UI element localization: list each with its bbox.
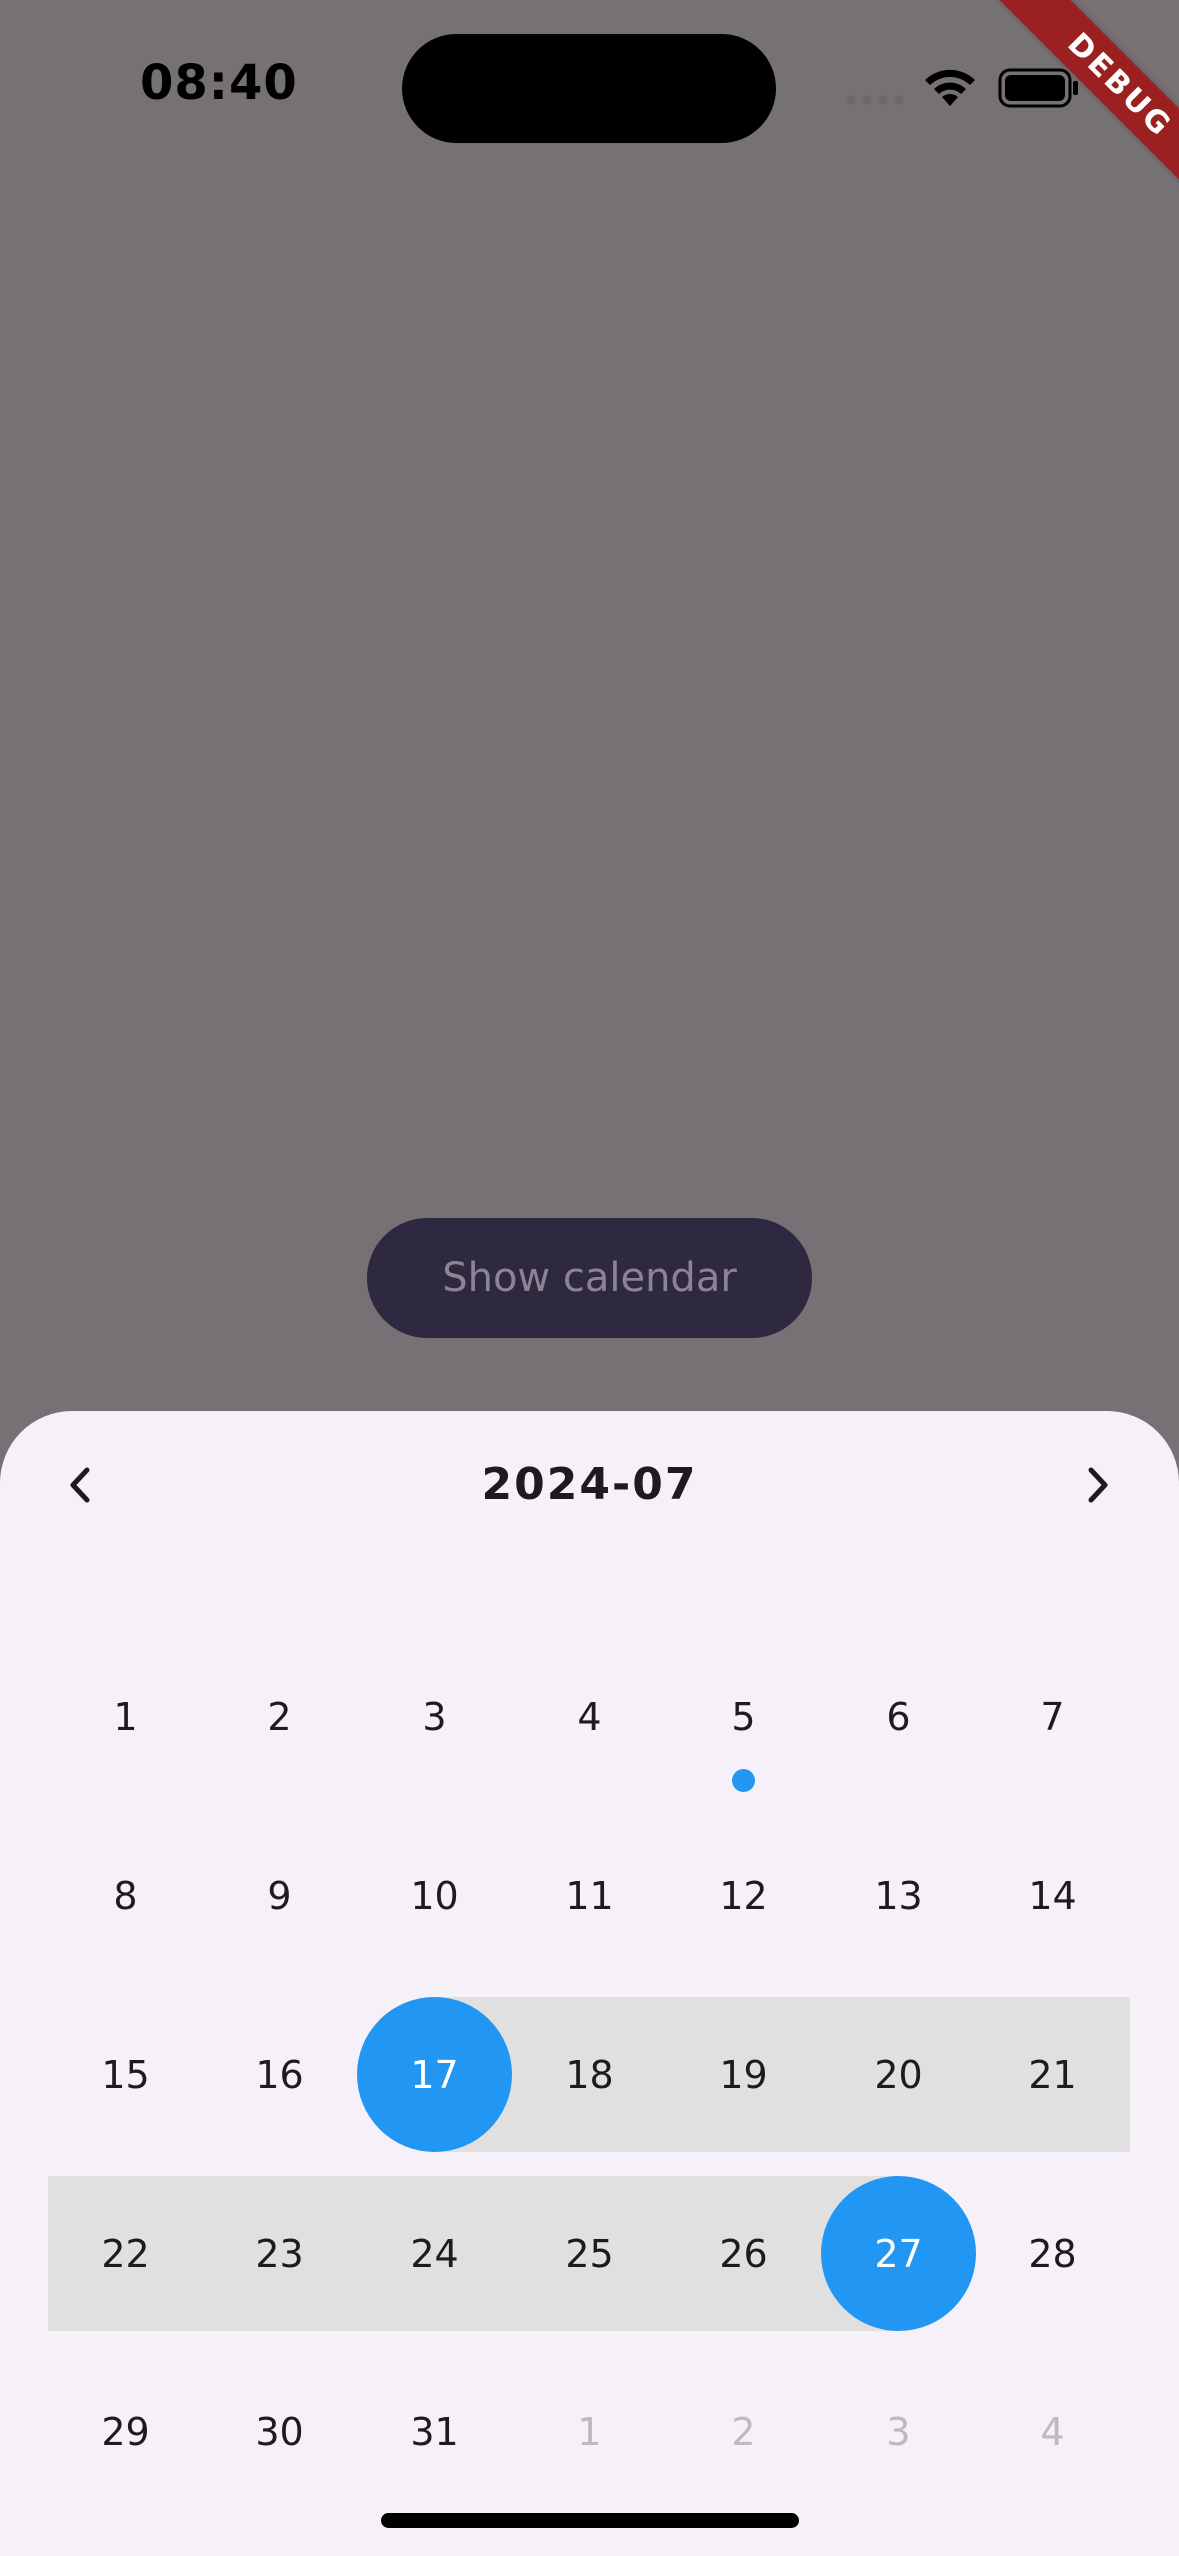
day-number: 18 bbox=[565, 2052, 614, 2097]
day-number: 2 bbox=[267, 1694, 292, 1739]
home-indicator bbox=[381, 2513, 799, 2528]
calendar-day[interactable]: 21 bbox=[975, 1997, 1130, 2152]
calendar-day[interactable]: 31 bbox=[357, 2354, 512, 2509]
calendar-day[interactable]: 14 bbox=[975, 1818, 1130, 1973]
calendar-day[interactable]: 18 bbox=[512, 1997, 667, 2152]
calendar-day[interactable]: 7 bbox=[975, 1639, 1130, 1794]
day-number: 31 bbox=[410, 2409, 459, 2454]
day-number: 16 bbox=[255, 2052, 304, 2097]
chevron-right-icon bbox=[1088, 1467, 1108, 1503]
day-number: 12 bbox=[719, 1873, 768, 1918]
calendar-day[interactable]: 4 bbox=[512, 1639, 667, 1794]
calendar-day-selected[interactable]: 27 bbox=[821, 2176, 976, 2331]
calendar-day[interactable]: 26 bbox=[666, 2176, 821, 2331]
day-number: 24 bbox=[410, 2231, 459, 2276]
calendar-day[interactable]: 20 bbox=[821, 1997, 976, 2152]
calendar-day[interactable]: 23 bbox=[202, 2176, 357, 2331]
day-number: 6 bbox=[886, 1694, 911, 1739]
day-number: 29 bbox=[101, 2409, 150, 2454]
calendar-day[interactable]: 1 bbox=[48, 1639, 203, 1794]
day-number: 25 bbox=[565, 2231, 614, 2276]
calendar-day[interactable]: 11 bbox=[512, 1818, 667, 1973]
calendar-day[interactable]: 9 bbox=[202, 1818, 357, 1973]
day-number: 9 bbox=[267, 1873, 292, 1918]
calendar-day[interactable]: 8 bbox=[48, 1818, 203, 1973]
calendar-day[interactable]: 28 bbox=[975, 2176, 1130, 2331]
calendar-day[interactable]: 15 bbox=[48, 1997, 203, 2152]
calendar-day-outside[interactable]: 4 bbox=[975, 2354, 1130, 2509]
event-dot bbox=[732, 1769, 755, 1792]
day-number: 30 bbox=[255, 2409, 304, 2454]
calendar-day[interactable]: 29 bbox=[48, 2354, 203, 2509]
signal-icon bbox=[846, 95, 904, 105]
day-number: 11 bbox=[565, 1873, 614, 1918]
day-number: 20 bbox=[874, 2052, 923, 2097]
calendar-day[interactable]: 22 bbox=[48, 2176, 203, 2331]
wifi-icon bbox=[925, 69, 975, 106]
day-number: 15 bbox=[101, 2052, 150, 2097]
calendar-day[interactable]: 13 bbox=[821, 1818, 976, 1973]
day-number: 2 bbox=[731, 2409, 756, 2454]
day-number: 8 bbox=[113, 1873, 138, 1918]
calendar-day[interactable]: 30 bbox=[202, 2354, 357, 2509]
show-calendar-button[interactable]: Show calendar bbox=[367, 1218, 812, 1338]
day-number: 5 bbox=[731, 1694, 756, 1739]
day-number: 4 bbox=[1040, 2409, 1065, 2454]
calendar-day[interactable]: 2 bbox=[202, 1639, 357, 1794]
calendar-day[interactable]: 5 bbox=[666, 1639, 821, 1794]
calendar-day[interactable]: 12 bbox=[666, 1818, 821, 1973]
calendar-day[interactable]: 19 bbox=[666, 1997, 821, 2152]
day-number: 26 bbox=[719, 2231, 768, 2276]
calendar-day[interactable]: 3 bbox=[357, 1639, 512, 1794]
calendar-day[interactable]: 25 bbox=[512, 2176, 667, 2331]
day-number: 7 bbox=[1040, 1694, 1065, 1739]
day-number: 19 bbox=[719, 2052, 768, 2097]
day-number: 1 bbox=[113, 1694, 138, 1739]
calendar-day[interactable]: 10 bbox=[357, 1818, 512, 1973]
calendar-day-outside[interactable]: 3 bbox=[821, 2354, 976, 2509]
calendar-bottom-sheet: 2024-07 1 2 3 4 5 6 7 8 9 10 11 12 13 14 15 16 17 18 19 20 2… bbox=[0, 1411, 1179, 2556]
day-number: 27 bbox=[874, 2231, 923, 2276]
month-title: 2024-07 bbox=[481, 1459, 698, 1510]
day-number: 14 bbox=[1028, 1873, 1077, 1918]
calendar-day[interactable]: 24 bbox=[357, 2176, 512, 2331]
battery-icon bbox=[998, 68, 1078, 108]
calendar-day-outside[interactable]: 2 bbox=[666, 2354, 821, 2509]
calendar-day-selected[interactable]: 17 bbox=[357, 1997, 512, 2152]
app-screen: 08:40 DEBUG Show calendar 2024-07 1 2 3 … bbox=[0, 0, 1179, 2556]
day-number: 22 bbox=[101, 2231, 150, 2276]
day-number: 21 bbox=[1028, 2052, 1077, 2097]
next-month-button[interactable] bbox=[1064, 1451, 1132, 1519]
day-number: 3 bbox=[886, 2409, 911, 2454]
day-number: 10 bbox=[410, 1873, 459, 1918]
dynamic-island bbox=[402, 34, 776, 143]
day-number: 1 bbox=[577, 2409, 602, 2454]
day-number: 3 bbox=[422, 1694, 447, 1739]
calendar-day[interactable]: 16 bbox=[202, 1997, 357, 2152]
day-number: 17 bbox=[410, 2052, 459, 2097]
calendar-day-outside[interactable]: 1 bbox=[512, 2354, 667, 2509]
day-number: 28 bbox=[1028, 2231, 1077, 2276]
calendar-day[interactable]: 6 bbox=[821, 1639, 976, 1794]
day-number: 23 bbox=[255, 2231, 304, 2276]
day-number: 13 bbox=[874, 1873, 923, 1918]
status-time: 08:40 bbox=[140, 55, 298, 111]
day-number: 4 bbox=[577, 1694, 602, 1739]
